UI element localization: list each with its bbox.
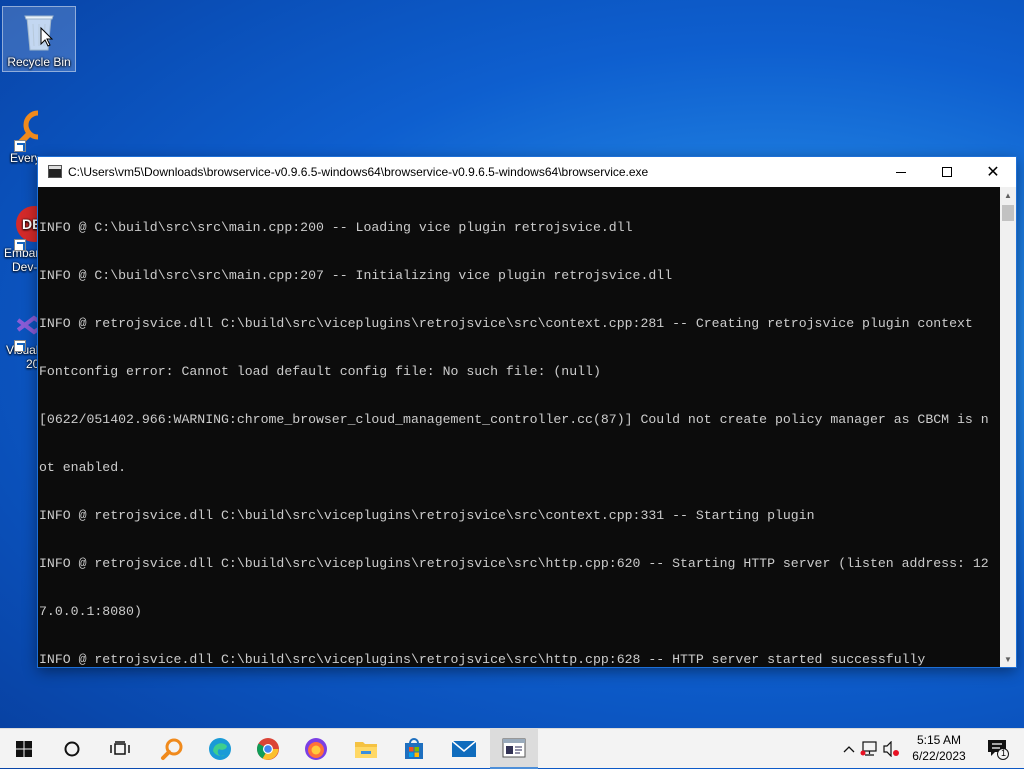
maximize-icon (942, 167, 952, 177)
close-button[interactable]: ✕ (970, 157, 1016, 187)
shortcut-arrow-icon (14, 140, 26, 152)
everything-label: Every (10, 151, 38, 165)
desktop-icon-visual-studio[interactable]: Visual 20 (0, 310, 38, 371)
console-app-icon (48, 165, 62, 178)
network-button[interactable] (858, 729, 880, 769)
action-center-button[interactable]: 1 (980, 729, 1016, 769)
embarcadero-label-2: Dev- (12, 260, 38, 274)
console-output[interactable]: INFO @ C:\build\src\src\main.cpp:200 -- … (38, 187, 1000, 667)
taskbar-mail[interactable] (440, 729, 488, 769)
notification-count: 1 (1000, 748, 1006, 758)
taskbar-chrome[interactable] (244, 729, 292, 769)
close-icon: ✕ (986, 164, 1000, 181)
start-button[interactable] (0, 729, 48, 769)
console-line: Fontconfig error: Cannot load default co… (39, 364, 601, 379)
svg-text:DE: DE (22, 216, 38, 232)
desktop-icon-everything[interactable]: Every (0, 108, 38, 165)
window-title: C:\Users\vm5\Downloads\browservice-v0.9.… (68, 165, 649, 179)
taskbar: 5:15 AM 6/22/2023 1 (0, 728, 1024, 769)
maximize-button[interactable] (924, 157, 970, 187)
store-icon (405, 738, 423, 759)
show-hidden-icons-button[interactable] (840, 729, 858, 769)
network-icon (860, 741, 877, 756)
window-titlebar[interactable]: C:\Users\vm5\Downloads\browservice-v0.9.… (38, 157, 1016, 187)
console-line: INFO @ C:\build\src\src\main.cpp:207 -- … (39, 268, 673, 283)
taskbar-store[interactable] (390, 729, 438, 769)
console-line: INFO @ retrojsvice.dll C:\build\src\vice… (39, 556, 989, 571)
shortcut-arrow-icon (14, 239, 26, 251)
taskbar-console[interactable] (490, 729, 538, 769)
taskbar-file-explorer[interactable] (342, 729, 390, 769)
scroll-up-button[interactable]: ▲ (1000, 187, 1016, 203)
mail-icon (451, 740, 477, 757)
console-line: INFO @ retrojsvice.dll C:\build\src\vice… (39, 652, 926, 667)
task-view-icon (110, 741, 130, 755)
task-view-button[interactable] (96, 729, 144, 769)
shortcut-arrow-icon (14, 340, 26, 352)
visual-studio-icon (16, 315, 38, 335)
volume-button[interactable] (880, 729, 902, 769)
recycle-bin-label: Recycle Bin (7, 55, 71, 69)
windows-logo-icon (16, 741, 32, 757)
clock-date: 6/22/2023 (912, 749, 966, 763)
notification-icon (988, 740, 1009, 760)
minimize-button[interactable] (878, 157, 924, 187)
visual-studio-label-2: 20 (26, 357, 38, 371)
vertical-scrollbar[interactable]: ▲ ▼ (1000, 187, 1016, 667)
console-line: INFO @ C:\build\src\src\main.cpp:200 -- … (39, 220, 633, 235)
console-line: INFO @ retrojsvice.dll C:\build\src\vice… (39, 508, 815, 523)
taskbar-clock[interactable]: 5:15 AM 6/22/2023 (904, 732, 974, 764)
console-line: 7.0.0.1:8080) (39, 604, 142, 619)
console-line: [0622/051402.966:WARNING:chrome_browser_… (39, 412, 989, 427)
search-button[interactable] (48, 729, 96, 769)
search-circle-icon (64, 741, 80, 757)
console-line: INFO @ retrojsvice.dll C:\build\src\vice… (39, 316, 973, 331)
embarcadero-icon: DE (16, 206, 38, 242)
minimize-icon (896, 171, 906, 173)
console-window[interactable]: C:\Users\vm5\Downloads\browservice-v0.9.… (38, 157, 1016, 667)
clock-time: 5:15 AM (916, 733, 962, 747)
desktop-icon-recycle-bin[interactable]: Recycle Bin (2, 6, 76, 72)
console-line: ot enabled. (39, 460, 127, 475)
folder-icon (355, 742, 377, 758)
chrome-icon (257, 738, 279, 760)
taskbar-firefox[interactable] (292, 729, 340, 769)
volume-muted-icon (883, 741, 899, 757)
taskbar-edge[interactable] (196, 729, 244, 769)
edge-icon (209, 738, 231, 760)
firefox-icon (305, 738, 327, 760)
taskbar-everything[interactable] (148, 729, 196, 769)
recycle-bin-icon (24, 15, 54, 51)
everything-icon (161, 738, 183, 760)
scroll-down-button[interactable]: ▼ (1000, 651, 1016, 667)
chevron-up-icon (843, 746, 855, 753)
desktop-icon-embarcadero[interactable]: DE Embar Dev- (0, 205, 38, 274)
scroll-thumb[interactable] (1002, 205, 1014, 221)
console-app-icon (502, 738, 526, 758)
